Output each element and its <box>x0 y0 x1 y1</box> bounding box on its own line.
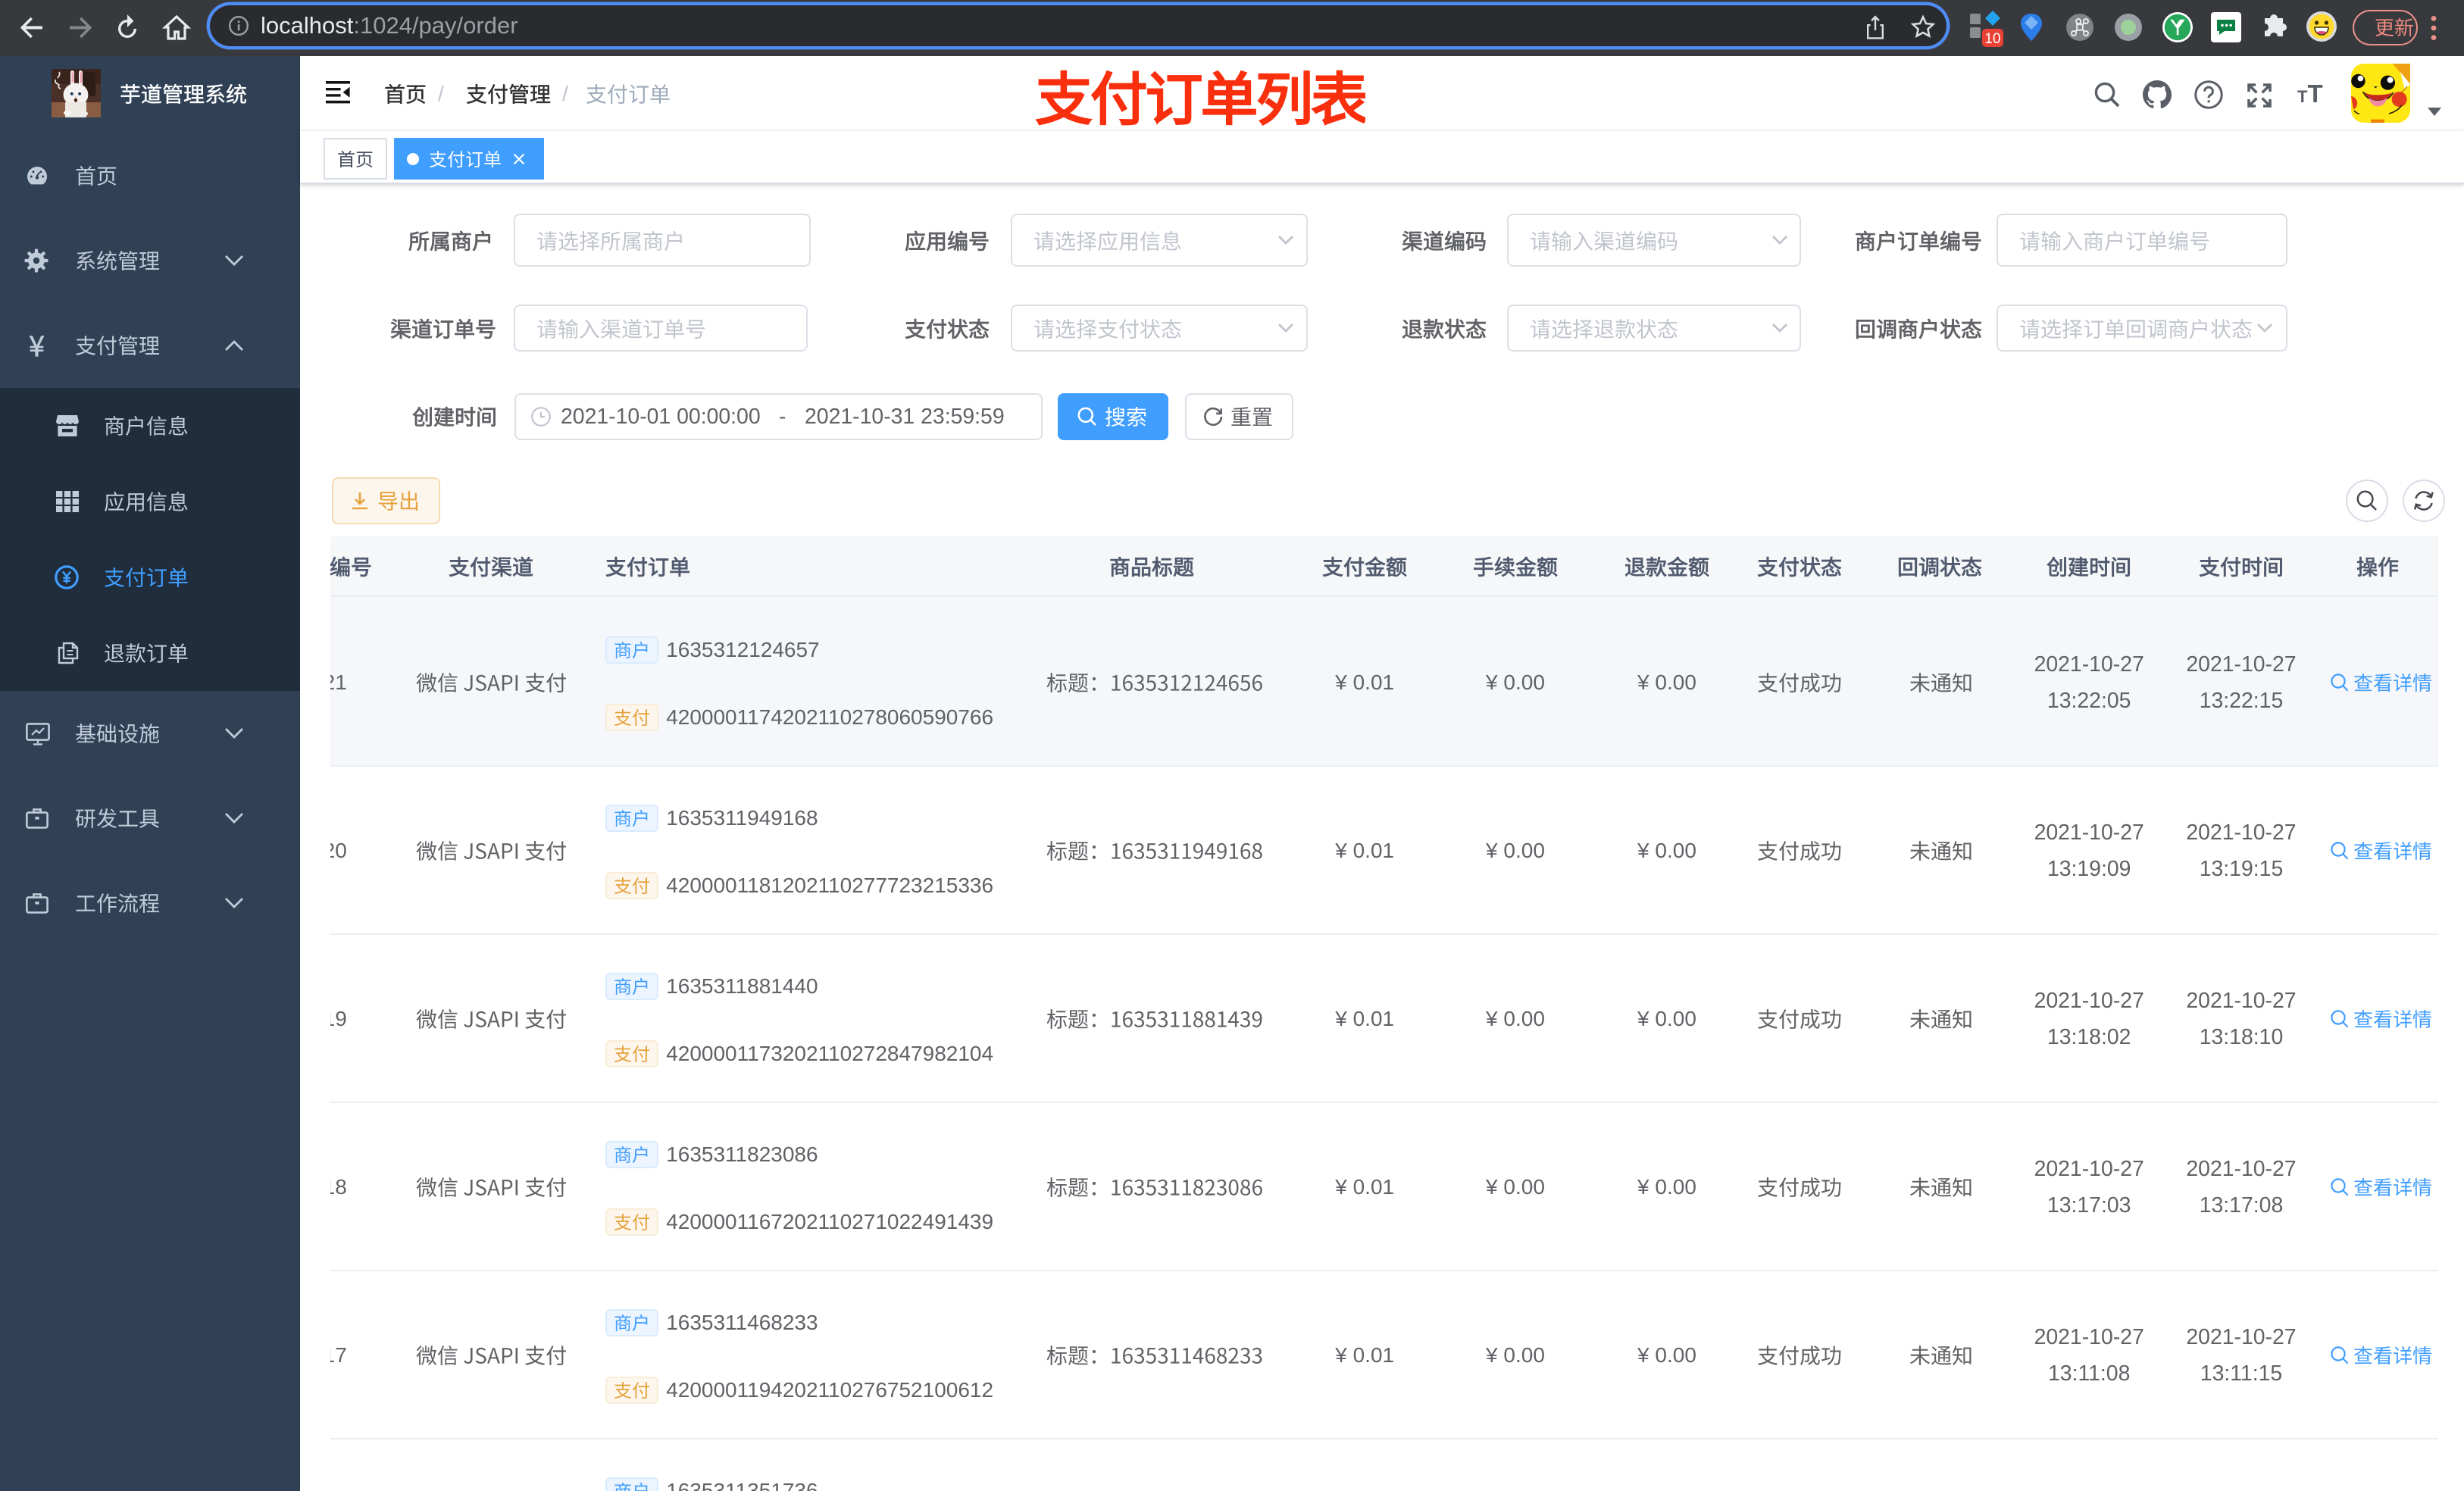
svg-text:10: 10 <box>1984 31 2000 47</box>
